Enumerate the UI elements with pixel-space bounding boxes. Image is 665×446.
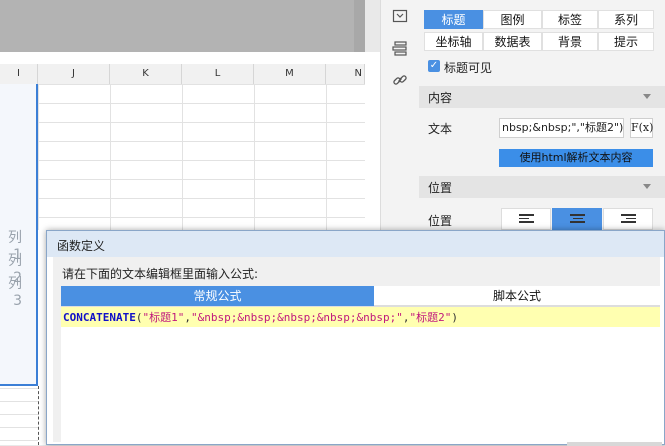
dialog-button-edge[interactable]	[567, 442, 662, 446]
use-html-button[interactable]: 使用html解析文本内容	[499, 149, 653, 167]
tab-tooltip[interactable]: 提示	[598, 32, 654, 51]
title-text-input[interactable]: nbsp;&nbsp;","标题2")	[499, 118, 624, 138]
property-panel: 标题 图例 标签 系列 坐标轴 数据表 背景 提示 ✓ 标题可见 内容 文本 n…	[419, 0, 665, 230]
formula-comma-1: ,	[184, 311, 191, 324]
tab-legend[interactable]: 图例	[483, 10, 542, 29]
link-icon[interactable]	[391, 72, 409, 90]
formula-code: CONCATENATE("标题1","&nbsp;&nbsp;&nbsp;&nb…	[63, 309, 458, 325]
formula-close-paren: )	[451, 311, 459, 324]
formula-arg-1: "标题1"	[142, 311, 185, 324]
position-section-header[interactable]: 位置	[419, 176, 665, 198]
layers-icon[interactable]	[391, 40, 409, 58]
column-header-m[interactable]: M	[254, 64, 326, 84]
panel-icon[interactable]	[391, 8, 409, 26]
align-right-button[interactable]	[603, 208, 653, 230]
align-center-button[interactable]	[552, 208, 602, 230]
chevron-down-icon	[643, 94, 651, 99]
formula-function-name: CONCATENATE	[63, 311, 136, 324]
align-center-icon	[570, 214, 585, 225]
position-section-label: 位置	[428, 181, 453, 195]
function-definition-dialog: 函数定义 请在下面的文本编辑框里面输入公式: 常规公式 脚本公式 CONCATE…	[46, 230, 665, 446]
position-label: 位置	[428, 214, 453, 228]
sheet-toolbar-area-inner	[0, 0, 354, 52]
dialog-title: 函数定义	[57, 239, 106, 253]
text-field-label: 文本	[428, 122, 453, 136]
cell-grid[interactable]	[38, 84, 365, 230]
formula-button[interactable]: F(x)	[630, 118, 653, 138]
tab-background[interactable]: 背景	[542, 32, 598, 51]
side-icon-strip	[380, 0, 420, 230]
tab-script-formula[interactable]: 脚本公式	[374, 286, 660, 306]
tab-title[interactable]: 标题	[424, 10, 483, 29]
tab-label[interactable]: 标签	[542, 10, 598, 29]
chart-series-label-3: 列3	[8, 276, 22, 309]
align-left-icon	[519, 214, 534, 225]
sheet-toolbar-area	[0, 0, 365, 52]
formula-arg-3: "标题2"	[409, 311, 452, 324]
formula-editor[interactable]: CONCATENATE("标题1","&nbsp;&nbsp;&nbsp;&nb…	[61, 306, 660, 443]
dialog-body: 请在下面的文本编辑框里面输入公式: 常规公式 脚本公式 CONCATENATE(…	[53, 257, 660, 443]
tab-series[interactable]: 系列	[598, 10, 654, 29]
content-section-header[interactable]: 内容	[419, 86, 665, 108]
column-header-i[interactable]: I	[0, 64, 38, 84]
content-section-label: 内容	[428, 91, 453, 105]
tab-data-table[interactable]: 数据表	[483, 32, 542, 51]
chevron-down-icon	[643, 184, 651, 189]
formula-arg-2: "&nbsp;&nbsp;&nbsp;&nbsp;&nbsp;"	[190, 311, 403, 324]
title-visible-label: 标题可见	[444, 61, 493, 75]
column-header-j[interactable]: J	[38, 64, 110, 84]
tab-regular-formula[interactable]: 常规公式	[61, 286, 374, 306]
column-header-n[interactable]: N	[326, 64, 365, 84]
column-header-k[interactable]: K	[110, 64, 182, 84]
formula-instruction: 请在下面的文本编辑框里面输入公式:	[62, 267, 259, 281]
title-visible-checkbox[interactable]: ✓	[428, 60, 440, 72]
formula-comma-2: ,	[402, 311, 410, 324]
selection-dashed-border	[38, 386, 40, 445]
cell-grid-lower[interactable]	[0, 388, 38, 445]
selected-chart-cell[interactable]: 列1 列2 列3	[0, 84, 38, 386]
align-right-icon	[621, 214, 636, 225]
align-left-button[interactable]	[501, 208, 551, 230]
column-header-row: I J K L M N	[0, 64, 365, 85]
dialog-title-bar[interactable]: 函数定义	[47, 231, 664, 257]
tab-axis[interactable]: 坐标轴	[424, 32, 483, 51]
column-header-l[interactable]: L	[182, 64, 254, 84]
